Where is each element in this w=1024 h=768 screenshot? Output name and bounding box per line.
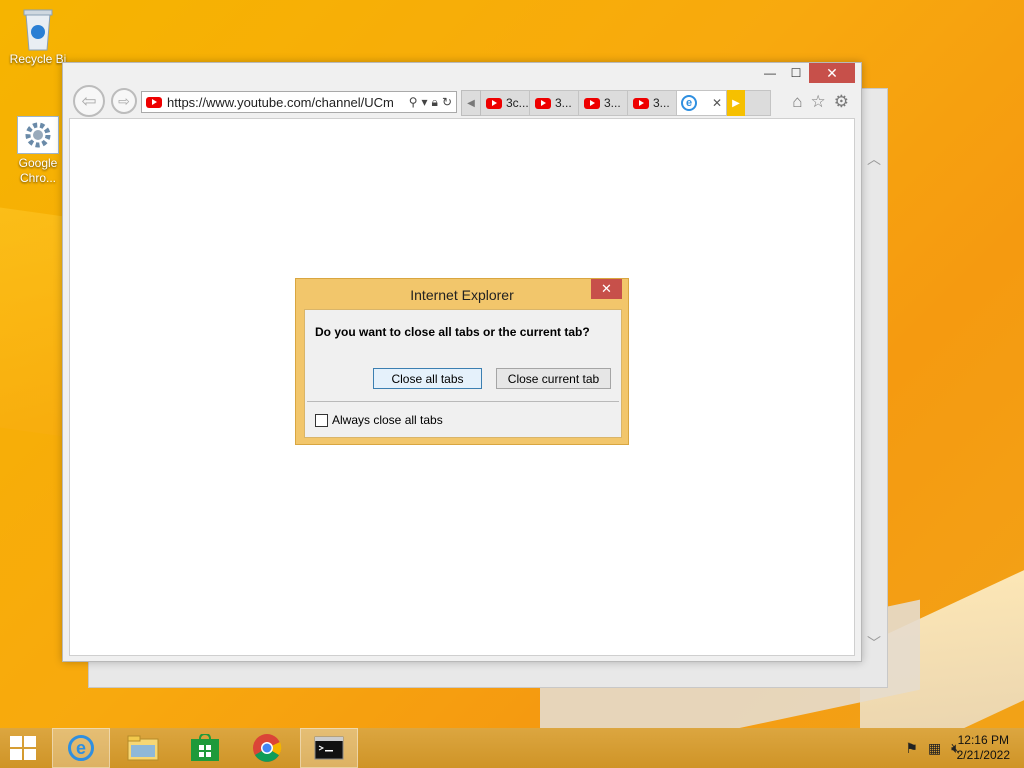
dialog-close-button[interactable]: ✕ xyxy=(591,279,622,299)
tab-youtube[interactable]: 3c... xyxy=(481,90,530,116)
divider xyxy=(307,401,619,402)
tab-scroll-right-button[interactable]: ▶ xyxy=(727,90,745,116)
network-icon[interactable]: ▦ xyxy=(928,740,941,757)
address-bar[interactable]: https://www.youtube.com/channel/UCm ⚲ ▾ … xyxy=(141,91,457,113)
start-button[interactable] xyxy=(10,736,38,760)
taskbar-chrome[interactable] xyxy=(238,728,296,768)
store-icon xyxy=(191,734,219,761)
scrollbar[interactable]: ︿ ﹀ xyxy=(865,149,883,669)
close-window-button[interactable]: ✕ xyxy=(809,63,855,83)
close-current-tab-button[interactable]: Close current tab xyxy=(496,368,611,389)
always-close-checkbox[interactable] xyxy=(315,413,328,427)
favorites-star-icon[interactable]: ☆ xyxy=(811,92,826,112)
tab-strip: ◀ 3c... 3... 3... 3... e ✕ ▶ xyxy=(461,90,771,116)
always-close-row[interactable]: Always close all tabs xyxy=(315,413,443,427)
desktop-icon-recycle-bin[interactable]: Recycle Bi xyxy=(6,6,70,67)
tab-youtube[interactable]: 3... xyxy=(628,90,677,116)
refresh-icon[interactable]: ↻ xyxy=(442,95,452,110)
gear-icon[interactable]: ⚙ xyxy=(834,92,849,112)
taskbar-file-explorer[interactable] xyxy=(114,728,172,768)
back-arrow-icon: ⇦ xyxy=(81,90,97,111)
address-text[interactable]: https://www.youtube.com/channel/UCm xyxy=(167,95,409,110)
desktop-icon-label: Recycle Bi xyxy=(9,52,67,66)
dialog-title: Internet Explorer xyxy=(410,287,514,303)
forward-button[interactable]: ⇨ xyxy=(111,88,137,114)
chrome-icon xyxy=(253,734,282,762)
desktop-icon-google-chrome[interactable]: Google Chro... xyxy=(6,116,70,186)
dialog-body: Do you want to close all tabs or the cur… xyxy=(304,309,622,438)
close-all-tabs-button[interactable]: Close all tabs xyxy=(373,368,482,389)
clock-time: 12:16 PM xyxy=(957,733,1009,747)
dialog-question: Do you want to close all tabs or the cur… xyxy=(315,325,590,339)
clock-date: 2/21/2022 xyxy=(956,748,1010,762)
taskbar-internet-explorer[interactable]: e xyxy=(52,728,110,768)
folder-icon xyxy=(127,735,159,761)
maximize-button[interactable]: ☐ xyxy=(783,63,809,83)
flag-icon[interactable]: ⚑ xyxy=(905,740,918,757)
ie-favicon-icon: e xyxy=(681,95,697,111)
tab-youtube[interactable]: 3... xyxy=(579,90,628,116)
taskbar-command-prompt[interactable] xyxy=(300,728,358,768)
toolbar-icons: ⌂ ☆ ⚙ xyxy=(792,92,849,112)
taskbar-store[interactable] xyxy=(176,728,234,768)
windows-logo-icon xyxy=(10,736,22,747)
dropdown-arrow-icon[interactable]: ▾ xyxy=(422,95,428,110)
youtube-favicon-icon xyxy=(535,97,551,109)
close-tabs-dialog: Internet Explorer ✕ Do you want to close… xyxy=(295,278,629,445)
new-tab-button[interactable] xyxy=(745,90,771,116)
tab-youtube[interactable]: 3... xyxy=(530,90,579,116)
tab-label: 3c... xyxy=(506,96,529,110)
settings-shortcut-icon xyxy=(17,116,59,154)
desktop-icon-label: Google Chro... xyxy=(18,156,58,185)
command-prompt-icon xyxy=(314,736,344,760)
taskbar: e ⚑ ▦ 🔇︎ 12:16 PM 2/21/2022 xyxy=(0,728,1024,768)
home-icon[interactable]: ⌂ xyxy=(792,92,802,112)
back-button[interactable]: ⇦ xyxy=(73,85,105,117)
tab-close-button[interactable]: ✕ xyxy=(712,96,722,110)
tab-scroll-left-button[interactable]: ◀ xyxy=(461,90,481,116)
system-tray: ⚑ ▦ 🔇︎ xyxy=(905,740,960,757)
tab-active[interactable]: e ✕ xyxy=(677,90,727,116)
tab-label: 3... xyxy=(604,96,621,110)
lock-icon[interactable]: 🔒︎ xyxy=(432,95,438,110)
forward-arrow-icon: ⇨ xyxy=(118,92,130,109)
clock[interactable]: 12:16 PM 2/21/2022 xyxy=(957,733,1010,763)
search-icon[interactable]: ⚲ xyxy=(409,95,418,110)
youtube-favicon-icon xyxy=(486,97,502,109)
youtube-favicon-icon xyxy=(633,97,649,109)
tab-label: 3... xyxy=(653,96,670,110)
tab-label: 3... xyxy=(555,96,572,110)
minimize-button[interactable]: — xyxy=(757,63,783,83)
checkbox-label: Always close all tabs xyxy=(332,413,443,427)
youtube-favicon-icon xyxy=(584,97,600,109)
internet-explorer-icon: e xyxy=(68,735,94,761)
recycle-bin-icon xyxy=(18,6,58,51)
youtube-favicon-icon xyxy=(146,96,162,108)
caption-buttons: — ☐ ✕ xyxy=(757,63,855,83)
